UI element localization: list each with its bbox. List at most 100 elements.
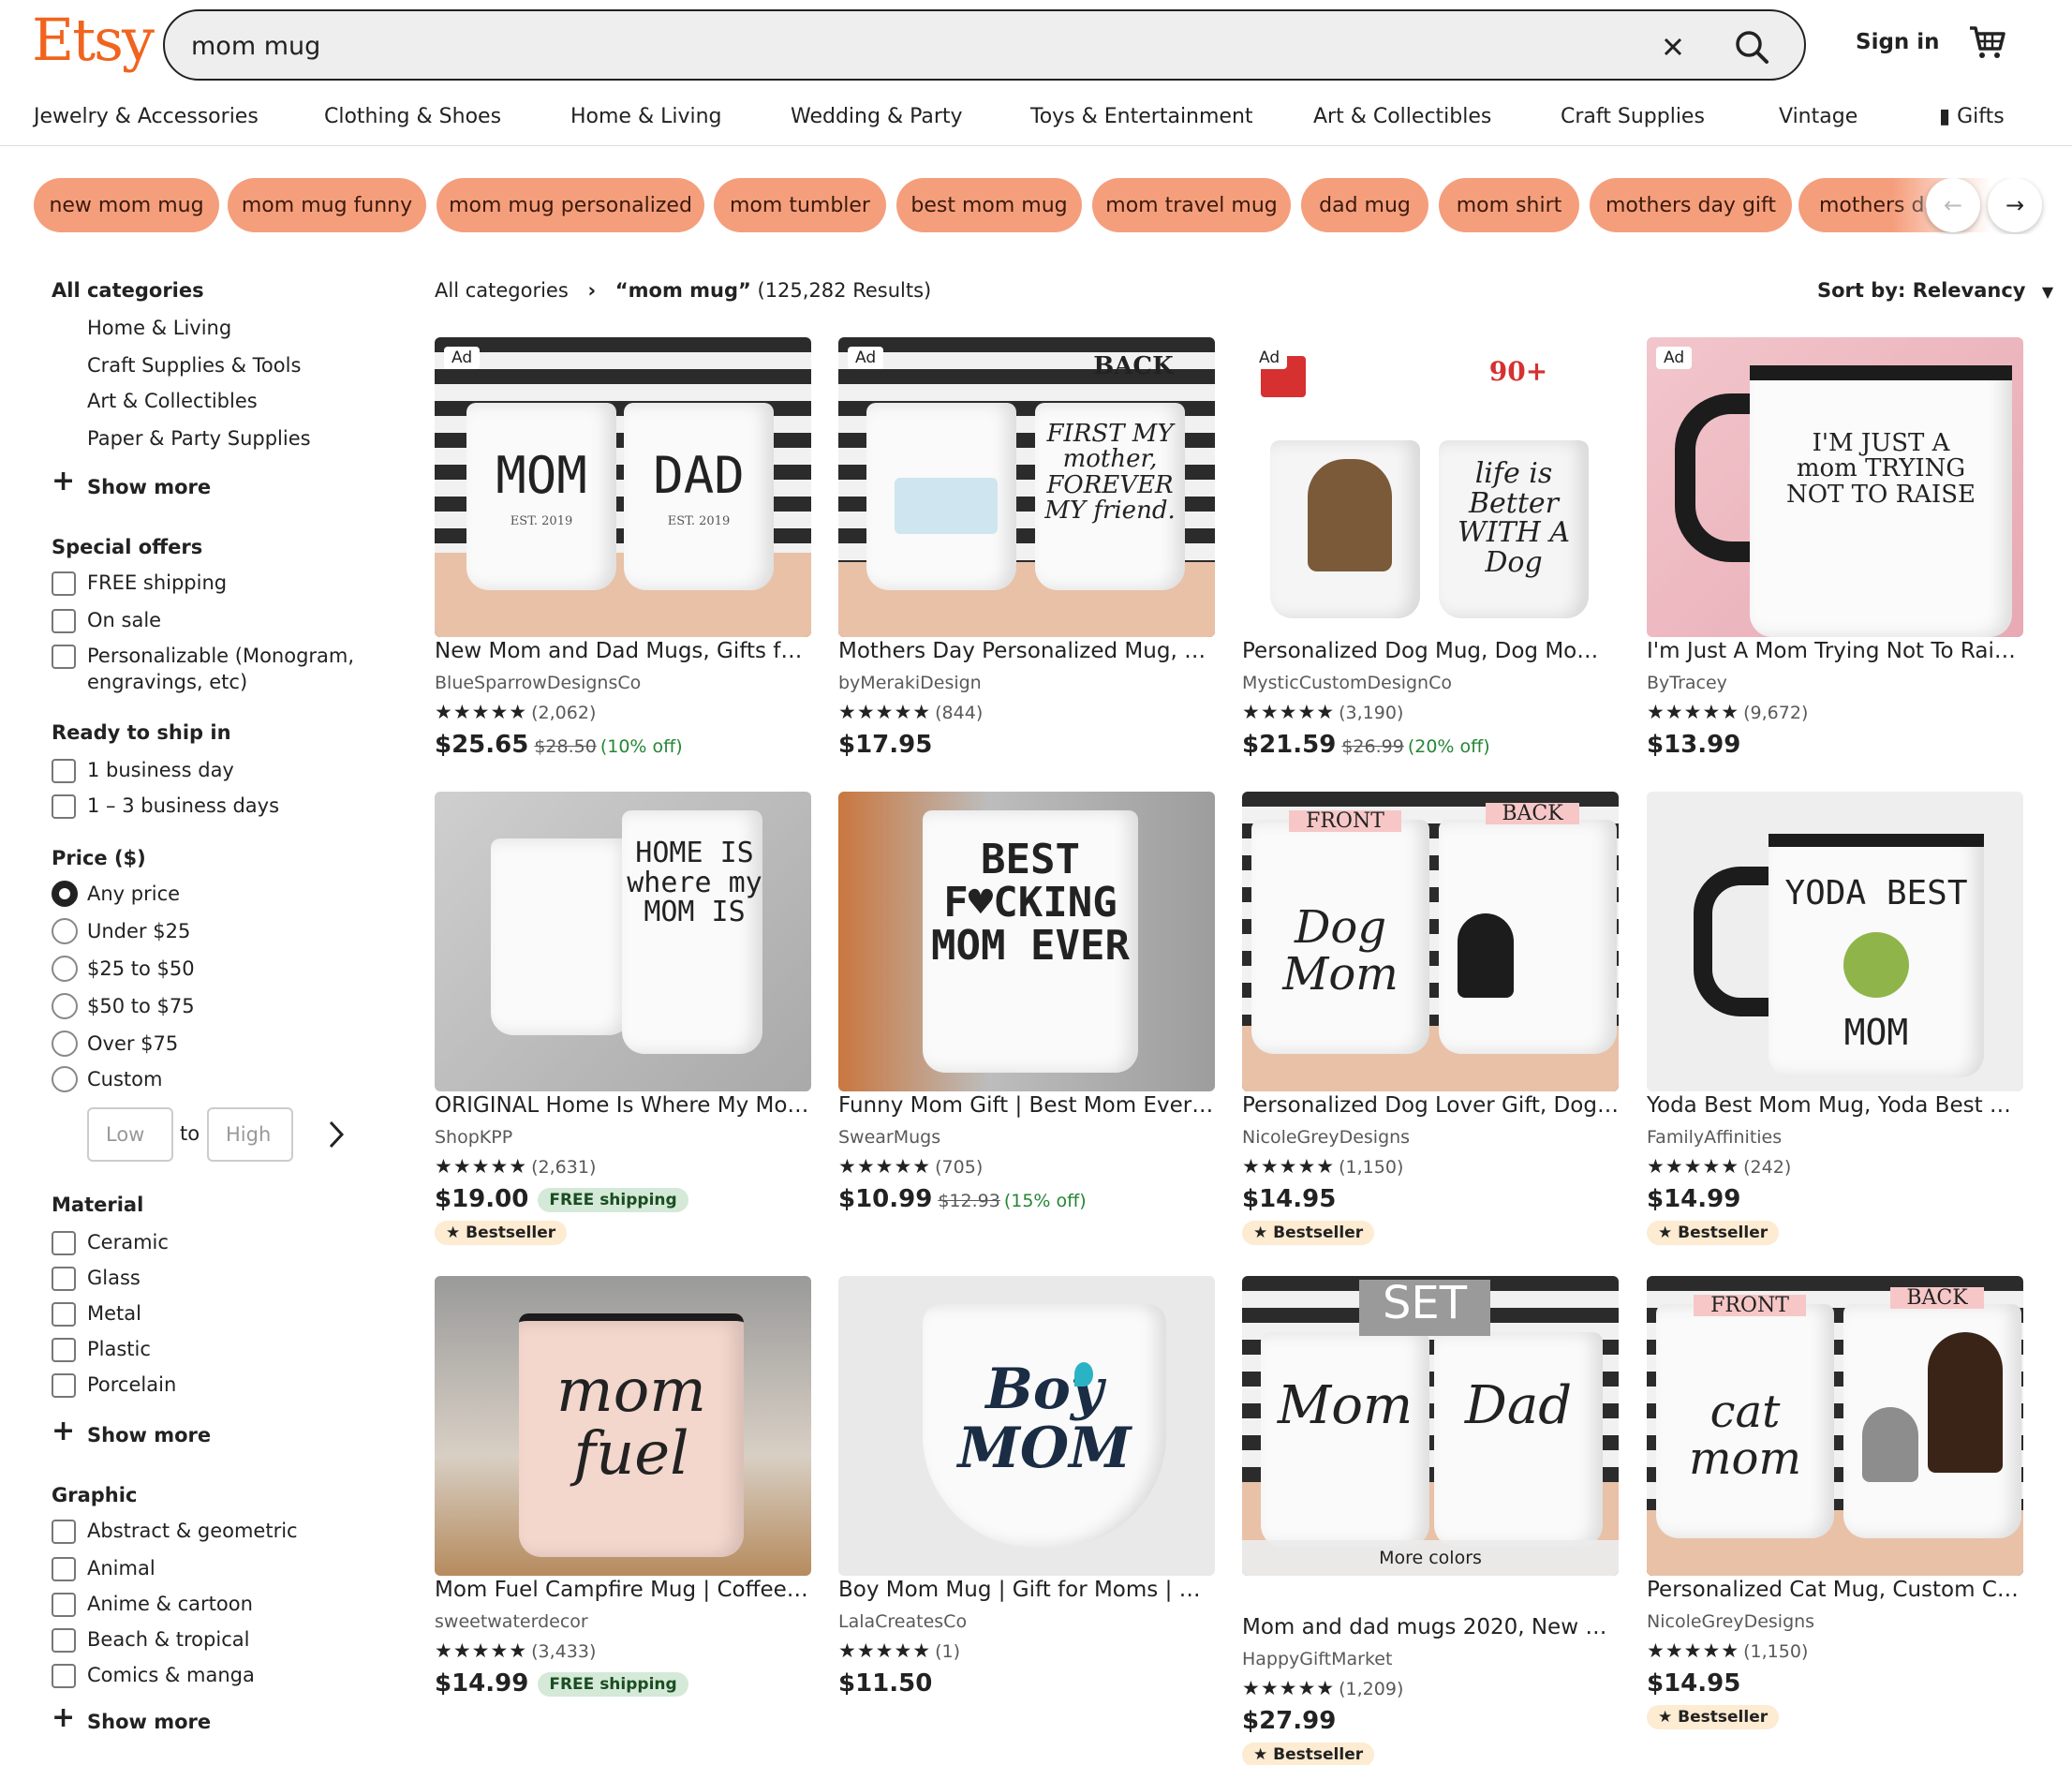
rating: ★★★★★ (705) [838, 1155, 983, 1178]
breadcrumb-root[interactable]: All categories [435, 279, 569, 302]
listing-image[interactable]: FRONT BACK cat mom [1647, 1276, 2023, 1576]
listing-image[interactable]: HOME IS where my MOM IS [435, 792, 811, 1091]
listing-image[interactable]: Boy MOM [838, 1276, 1215, 1576]
chip[interactable]: best mom mug [896, 178, 1082, 232]
special-offers-heading: Special offers [52, 536, 203, 558]
listing-title[interactable]: Mom Fuel Campfire Mug | Coffee M... [435, 1578, 811, 1602]
nav-vintage[interactable]: Vintage [1779, 105, 1857, 128]
listing-image[interactable]: FRONT BACK Dog Mom [1242, 792, 1619, 1091]
listing-image[interactable]: mom fuel [435, 1276, 811, 1576]
free-shipping-badge: FREE shipping [538, 1187, 688, 1212]
listing-image[interactable]: FIRST MY mother, FOREVER MY friend. BACK… [838, 337, 1215, 637]
nav-art[interactable]: Art & Collectibles [1313, 105, 1491, 128]
stars-icon: ★★★★★ [838, 701, 932, 723]
listing-title[interactable]: I'm Just A Mom Trying Not To Raise ... [1647, 639, 2023, 663]
chip[interactable]: dad mug [1301, 178, 1428, 232]
plus-icon[interactable]: + [52, 1415, 75, 1447]
category-link[interactable]: Craft Supplies & Tools [87, 354, 301, 377]
scroll-left-icon[interactable]: ← [1926, 178, 1980, 232]
listing-title[interactable]: ORIGINAL Home Is Where My Mom ... [435, 1093, 811, 1118]
listing-title[interactable]: Boy Mom Mug | Gift for Moms | Mo... [838, 1578, 1215, 1602]
checkbox-porcelain[interactable] [52, 1373, 76, 1398]
radio-any-price[interactable] [52, 881, 78, 907]
chips-fade [1892, 178, 2072, 234]
category-link[interactable]: Paper & Party Supplies [87, 427, 311, 450]
sort-dropdown[interactable]: Sort by: Relevancy ▼ [1817, 279, 2053, 302]
price-low-input[interactable]: Low [87, 1107, 173, 1162]
shop-name: BlueSparrowDesignsCo [435, 673, 642, 693]
listing-image[interactable]: SET Mom Dad More colors [1242, 1276, 1619, 1576]
chip[interactable]: mom mug funny [228, 178, 426, 232]
sign-in-link[interactable]: Sign in [1856, 30, 1940, 54]
search-icon[interactable] [1731, 26, 1772, 67]
checkbox-ceramic[interactable] [52, 1231, 76, 1255]
chip[interactable]: mom tumbler [714, 178, 886, 232]
checkbox-on-sale[interactable] [52, 609, 76, 633]
nav-clothing[interactable]: Clothing & Shoes [324, 105, 501, 128]
listing-title[interactable]: Funny Mom Gift | Best Mom Ever M... [838, 1093, 1215, 1118]
listing-image[interactable]: MOM DAD EST. 2019 EST. 2019 Ad [435, 337, 811, 637]
discount: (10% off) [599, 736, 683, 757]
listing-image[interactable]: YODA BEST MOM [1647, 792, 2023, 1091]
nav-toys[interactable]: Toys & Entertainment [1030, 105, 1253, 128]
radio-under-25[interactable] [52, 918, 78, 944]
radio-custom[interactable] [52, 1066, 78, 1092]
radio-25-50[interactable] [52, 956, 78, 982]
checkbox-animal[interactable] [52, 1557, 76, 1581]
listing-title[interactable]: Personalized Dog Lover Gift, Dog M... [1242, 1093, 1619, 1118]
scroll-right-icon[interactable]: → [1988, 178, 2042, 232]
review-count: (1,209) [1339, 1679, 1404, 1699]
nav-wedding[interactable]: Wedding & Party [791, 105, 963, 128]
price-high-input[interactable]: High [207, 1107, 293, 1162]
checkbox-personalizable[interactable] [52, 645, 76, 669]
plus-icon[interactable]: + [52, 465, 75, 497]
checkbox-abstract[interactable] [52, 1520, 76, 1544]
show-more-categories[interactable]: Show more [87, 476, 211, 498]
chevron-right-icon: › [587, 279, 597, 302]
listing-title[interactable]: Personalized Cat Mug, Custom Cat ... [1647, 1578, 2023, 1602]
search-input[interactable] [191, 24, 1596, 67]
show-more-graphic[interactable]: Show more [87, 1711, 211, 1733]
listing-title[interactable]: Yoda Best Mom Mug, Yoda Best Mo... [1647, 1093, 2023, 1118]
price: $19.00 FREE shipping [435, 1185, 688, 1213]
chip[interactable]: new mom mug [34, 178, 219, 232]
plus-icon[interactable]: + [52, 1701, 75, 1734]
nav-home-living[interactable]: Home & Living [570, 105, 722, 128]
listing-title[interactable]: Mom and dad mugs 2020, New par... [1242, 1615, 1619, 1639]
cart-icon[interactable] [1966, 21, 2007, 62]
checkbox-glass[interactable] [52, 1267, 76, 1291]
listing-title[interactable]: Personalized Dog Mug, Dog Mom M... [1242, 639, 1619, 663]
checkbox-anime[interactable] [52, 1593, 76, 1617]
filter-label: On sale [87, 609, 162, 631]
etsy-logo[interactable]: Etsy [32, 6, 155, 74]
radio-50-75[interactable] [52, 993, 78, 1019]
chip[interactable]: mom shirt [1439, 178, 1579, 232]
radio-over-75[interactable] [52, 1031, 78, 1057]
nav-jewelry[interactable]: Jewelry & Accessories [34, 105, 259, 128]
chip[interactable]: mom mug personalized [437, 178, 704, 232]
more-colors-label[interactable]: More colors [1242, 1540, 1619, 1576]
chip[interactable]: mom travel mug [1092, 178, 1291, 232]
checkbox-comics[interactable] [52, 1664, 76, 1688]
listing-image[interactable]: I'M JUST A mom TRYING NOT TO RAISE Ad [1647, 337, 2023, 637]
chevron-right-icon[interactable] [325, 1119, 348, 1150]
listing-image[interactable]: BEST F♥CKING MOM EVER [838, 792, 1215, 1091]
listing-image[interactable]: 90+ life is Better WITH A Dog Ad [1242, 337, 1619, 637]
listing-title[interactable]: Mothers Day Personalized Mug, Mot... [838, 639, 1215, 663]
category-link[interactable]: Home & Living [87, 317, 231, 339]
nav-gifts[interactable]: ▮ Gifts [1939, 105, 2005, 128]
all-categories-heading[interactable]: All categories [52, 279, 204, 302]
checkbox-1-day[interactable] [52, 759, 76, 783]
checkbox-1-3-days[interactable] [52, 794, 76, 819]
show-more-material[interactable]: Show more [87, 1424, 211, 1446]
chip[interactable]: mothers day gift [1590, 178, 1792, 232]
checkbox-plastic[interactable] [52, 1338, 76, 1362]
listing-title[interactable]: New Mom and Dad Mugs, Gifts for ... [435, 639, 811, 663]
category-link[interactable]: Art & Collectibles [87, 390, 258, 412]
checkbox-metal[interactable] [52, 1302, 76, 1327]
checkbox-free-shipping[interactable] [52, 571, 76, 596]
nav-craft[interactable]: Craft Supplies [1561, 105, 1705, 128]
clear-search-icon[interactable] [1654, 28, 1692, 66]
checkbox-beach[interactable] [52, 1628, 76, 1653]
medal-icon: ★ [1658, 1224, 1679, 1242]
